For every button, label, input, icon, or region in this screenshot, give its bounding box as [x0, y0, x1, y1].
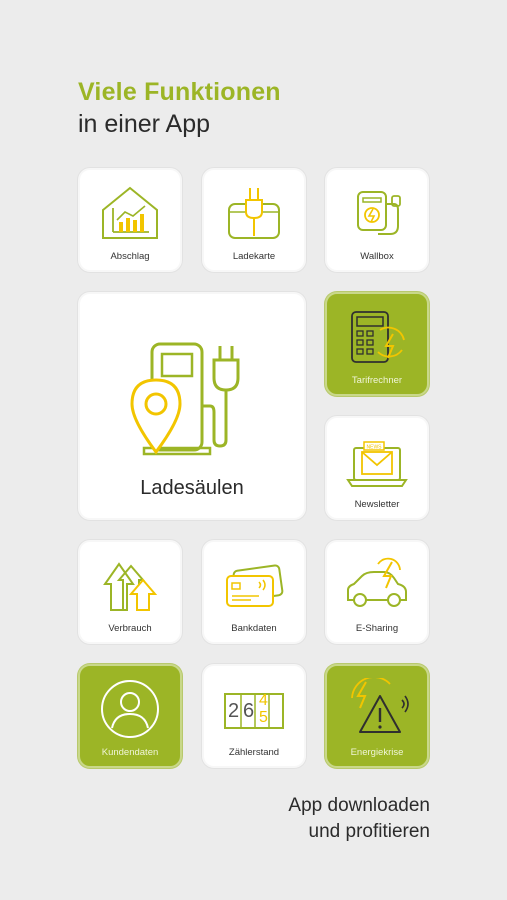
warning-bolt-icon	[351, 678, 409, 733]
tile-kundendaten[interactable]: Kundendaten	[78, 664, 182, 768]
download-cta[interactable]: App downloaden und profitieren	[288, 793, 430, 845]
tile-label: Energiekrise	[350, 747, 404, 758]
tile-label: Tarifrechner	[351, 375, 403, 386]
electric-car-icon	[347, 557, 407, 607]
tile-tarifrechner[interactable]: Tarifrechner	[325, 292, 429, 396]
wallbox-icon	[357, 191, 401, 235]
tile-label: Abschlag	[110, 251, 150, 262]
meter-digits: 2 6 4 5	[204, 692, 304, 728]
headline-line-2: in einer App	[78, 110, 211, 138]
calculator-icon	[351, 311, 405, 363]
tile-newsletter[interactable]: NEWS Newsletter	[325, 416, 429, 520]
charging-station-pin-icon	[130, 342, 240, 456]
cta-line-1: App downloaden	[288, 795, 430, 816]
headline-line-1: Viele Funktionen	[78, 78, 281, 106]
tile-abschlag[interactable]: Abschlag	[78, 168, 182, 272]
arrows-up-icon	[103, 562, 158, 611]
tile-energiekrise[interactable]: Energiekrise	[325, 664, 429, 768]
tile-label: Newsletter	[354, 499, 400, 510]
tile-label: Ladesäulen	[140, 477, 244, 499]
tile-zaehlerstand[interactable]: 2 6 4 5 Zählerstand	[202, 664, 306, 768]
tile-label: E-Sharing	[355, 623, 399, 634]
tile-esharing[interactable]: E-Sharing	[325, 540, 429, 644]
house-chart-icon	[102, 186, 158, 239]
meter-digit: 4	[259, 692, 268, 709]
tile-label: Kundendaten	[101, 747, 159, 758]
tile-label: Bankdaten	[231, 623, 277, 634]
tile-bankdaten[interactable]: Bankdaten	[202, 540, 306, 644]
tile-verbrauch[interactable]: Verbrauch	[78, 540, 182, 644]
svg-text:NEWS: NEWS	[367, 445, 383, 451]
laptop-mail-icon: NEWS	[346, 441, 408, 487]
meter-digit: 6	[243, 700, 255, 722]
user-circle-icon	[101, 680, 159, 738]
cta-line-2: und profitieren	[308, 821, 430, 842]
charging-card-icon	[228, 188, 280, 239]
bank-cards-icon	[226, 564, 284, 607]
tile-ladesaeulen[interactable]: Ladesäulen	[78, 292, 306, 520]
tile-label: Verbrauch	[108, 623, 152, 634]
meter-digit: 5	[259, 709, 268, 726]
tile-label: Ladekarte	[232, 251, 276, 262]
tile-label: Wallbox	[360, 251, 394, 262]
headline: Viele Funktionen in einer App	[78, 76, 281, 140]
meter-digit: 2	[228, 700, 240, 722]
tile-label: Zählerstand	[228, 747, 280, 758]
tile-wallbox[interactable]: Wallbox	[325, 168, 429, 272]
tile-ladekarte[interactable]: Ladekarte	[202, 168, 306, 272]
